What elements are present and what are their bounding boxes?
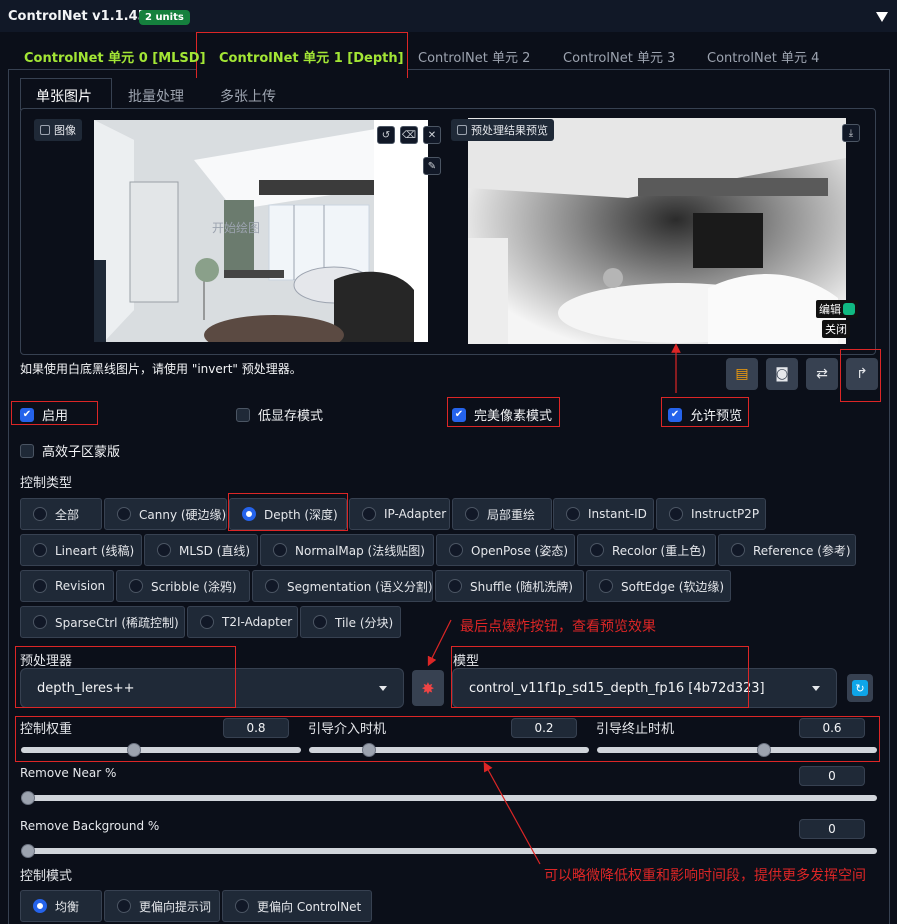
- arrow-to-explode: [427, 619, 452, 667]
- arrow-to-sliders: [483, 761, 541, 865]
- annotation-arrows: [427, 343, 681, 865]
